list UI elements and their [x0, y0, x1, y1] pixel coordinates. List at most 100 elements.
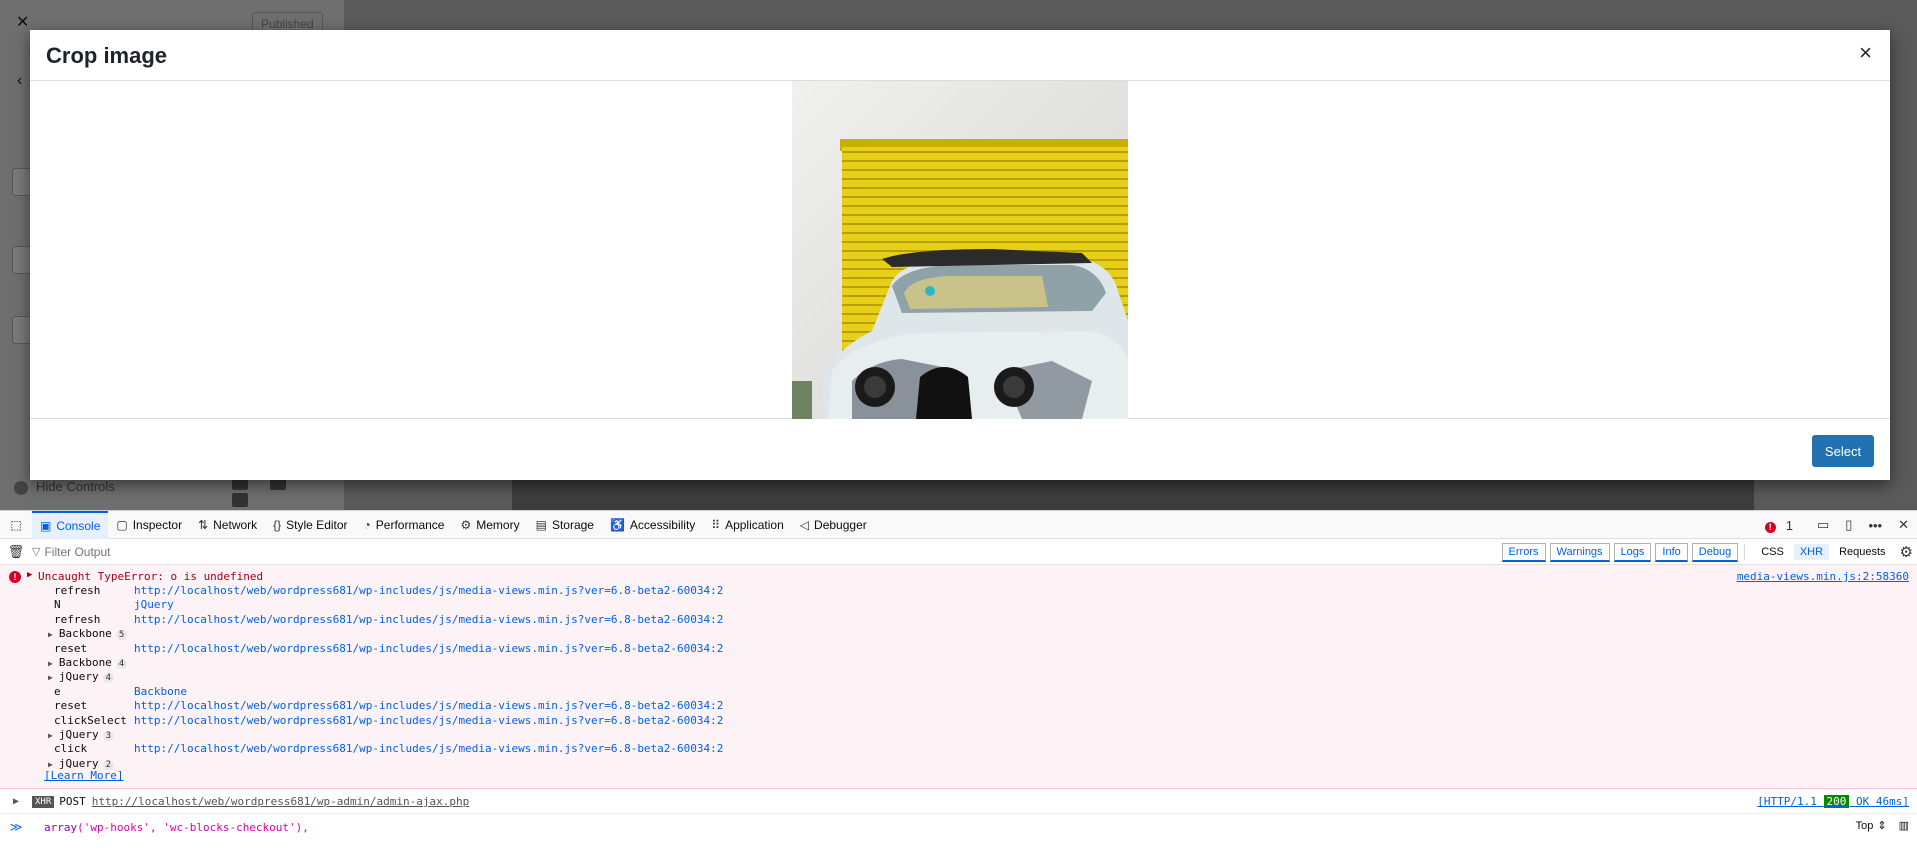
expand-arrow-icon[interactable]: ▶: [48, 659, 53, 668]
stack-frame: reset http://localhost/web/wordpress681/w…: [54, 699, 723, 713]
stack-frame-group[interactable]: ▶ jQuery 4: [48, 670, 114, 684]
frame-source-link[interactable]: http://localhost/web/wordpress681/wp-inc…: [134, 584, 723, 597]
tab-label: Inspector: [132, 517, 183, 532]
tab-debugger[interactable]: ◁ Debugger: [792, 511, 875, 539]
filter-errors[interactable]: Errors: [1501, 542, 1546, 562]
network-icon: ⇅: [198, 517, 209, 532]
frame-source-link[interactable]: Backbone: [134, 685, 187, 698]
error-message[interactable]: ! ▶ Uncaught TypeError: o is undefined m…: [0, 565, 1917, 789]
divider: [1744, 544, 1746, 560]
tab-label: Network: [213, 517, 258, 532]
expand-arrow-icon[interactable]: ▶: [48, 760, 53, 769]
filter-info[interactable]: Info: [1655, 542, 1688, 562]
stack-frame-group[interactable]: ▶ Backbone 5: [48, 627, 128, 641]
tab-application[interactable]: ⠿ Application: [703, 511, 792, 539]
responsive-design-icon[interactable]: ▯: [1845, 517, 1852, 533]
tab-label: Accessibility: [629, 517, 696, 532]
close-icon[interactable]: ×: [1859, 42, 1872, 64]
close-customizer-icon[interactable]: ✕: [16, 12, 29, 32]
tab-network[interactable]: ⇅ Network: [190, 511, 265, 539]
error-text: Uncaught TypeError: o is undefined: [38, 570, 264, 583]
console-filter-bar: 🗑 ▽ Errors Warnings Logs Info Debug CSS …: [0, 539, 1917, 565]
expand-arrow-icon[interactable]: ▶: [0, 796, 32, 807]
learn-more-link[interactable]: [Learn More]: [44, 769, 123, 782]
modal-body: [30, 81, 1890, 419]
filter-warnings[interactable]: Warnings: [1549, 542, 1610, 562]
frame-source-link[interactable]: http://localhost/web/wordpress681/wp-inc…: [134, 642, 723, 655]
xhr-url-link[interactable]: http://localhost/web/wordpress681/wp-adm…: [92, 795, 470, 808]
debugger-icon: ◁: [799, 517, 810, 532]
frame-function: refresh: [54, 612, 101, 626]
style-editor-icon: {}: [273, 517, 282, 532]
xhr-request-row[interactable]: ▶ XHR POST http://localhost/web/wordpres…: [0, 790, 1917, 814]
stack-frame: clickSelect http://localhost/web/wordpres…: [54, 714, 723, 728]
mobile-icon[interactable]: [232, 493, 248, 507]
frame-source-link[interactable]: http://localhost/web/wordpress681/wp-inc…: [134, 613, 723, 626]
crop-image-modal: Crop image × Select: [30, 30, 1890, 480]
modal-header: Crop image ×: [30, 30, 1890, 81]
error-count-badge[interactable]: ! 1: [1757, 518, 1801, 533]
frame-source-link[interactable]: http://localhost/web/wordpress681/wp-inc…: [134, 699, 723, 712]
device-preview-buttons[interactable]: [232, 476, 344, 510]
group-count: 4: [115, 659, 128, 669]
tab-console[interactable]: ▣ Console: [32, 510, 109, 539]
group-count: 3: [102, 731, 114, 741]
frame-source-link[interactable]: jQuery: [134, 598, 174, 611]
stack-frame-group[interactable]: ▶ jQuery 3: [48, 728, 114, 742]
close-devtools-icon[interactable]: ✕: [1898, 517, 1909, 533]
filter-requests[interactable]: Requests: [1833, 544, 1891, 560]
editor-mode-icon[interactable]: ▥: [1899, 819, 1909, 832]
devtools-toolbar-right: ! 1 ▭ ▯ ••• ✕: [1749, 511, 1917, 539]
tab-memory[interactable]: ⚙ Memory: [452, 511, 527, 539]
expand-arrow-icon[interactable]: ▶: [27, 570, 32, 580]
frame-function: click: [54, 742, 88, 756]
expand-arrow-icon[interactable]: ▶: [48, 731, 53, 740]
tab-inspector[interactable]: ▢ Inspector: [108, 511, 190, 539]
memory-icon: ⚙: [460, 517, 472, 532]
prompt-icon: ≫: [9, 820, 23, 834]
tab-label: Style Editor: [286, 517, 348, 532]
tab-storage[interactable]: ▤ Storage: [528, 511, 602, 539]
xhr-status-link[interactable]: [HTTP/1.1 200 OK 46ms]: [1757, 795, 1909, 808]
gear-icon[interactable]: ⚙: [1900, 543, 1913, 561]
filter-xhr[interactable]: XHR: [1793, 544, 1830, 560]
error-count: 1: [1785, 517, 1793, 533]
tab-performance[interactable]: ◔ Performance: [356, 511, 453, 539]
tab-label: Storage: [551, 517, 594, 532]
expand-arrow-icon[interactable]: ▶: [48, 673, 53, 682]
tab-label: Performance: [375, 517, 445, 532]
back-arrow-icon[interactable]: ‹: [17, 72, 22, 90]
context-selector[interactable]: Top ⇕ ▥: [1844, 819, 1909, 833]
frame-function: clickSelect: [54, 713, 127, 727]
crop-image[interactable]: [792, 81, 1128, 419]
frame-source-link[interactable]: http://localhost/web/wordpress681/wp-inc…: [134, 742, 723, 755]
element-picker-icon[interactable]: ⬚: [0, 511, 32, 539]
xhr-status-prefix: [HTTP/1.1: [1757, 795, 1817, 808]
select-button[interactable]: Select: [1812, 435, 1874, 467]
console-input[interactable]: ≫ array('wp-hooks', 'wc-blocks-checkout'…: [0, 815, 1917, 839]
console-output: ! ▶ Uncaught TypeError: o is undefined m…: [0, 565, 1917, 865]
site-preview: [512, 478, 1754, 510]
filter-debug[interactable]: Debug: [1691, 542, 1739, 562]
stack-frame-group[interactable]: ▶ Backbone 4: [48, 656, 128, 670]
more-options-icon[interactable]: •••: [1868, 518, 1882, 533]
frame-source-link[interactable]: http://localhost/web/wordpress681/wp-inc…: [134, 714, 723, 727]
console-input-text[interactable]: array('wp-hooks', 'wc-blocks-checkout'),: [44, 821, 309, 834]
frame-function: N: [54, 598, 61, 612]
tab-style-editor[interactable]: {} Style Editor: [265, 511, 355, 539]
tab-accessibility[interactable]: ♿ Accessibility: [602, 511, 703, 539]
group-count: 5: [115, 630, 128, 641]
stack-frame: refresh http://localhost/web/wordpress681…: [54, 584, 723, 598]
clear-console-icon[interactable]: 🗑: [0, 544, 32, 560]
filter-output-input[interactable]: [40, 540, 641, 563]
split-console-icon[interactable]: ▭: [1817, 517, 1829, 533]
filter-css[interactable]: CSS: [1755, 544, 1790, 560]
error-location-link[interactable]: media-views.min.js:2:58360: [1737, 570, 1909, 583]
stack-frame: NjQuery: [54, 598, 174, 612]
expand-arrow-icon[interactable]: ▶: [48, 630, 53, 639]
stack-frame: click http://localhost/web/wordpress681/w…: [54, 742, 723, 756]
devtools-toolbar: ⬚ ▣ Console ▢ Inspector ⇅ Network {} Style E…: [0, 510, 1917, 539]
hide-controls-button[interactable]: Hide Controls: [14, 479, 115, 495]
inspector-icon: ▢: [116, 517, 128, 532]
filter-logs[interactable]: Logs: [1613, 542, 1652, 562]
